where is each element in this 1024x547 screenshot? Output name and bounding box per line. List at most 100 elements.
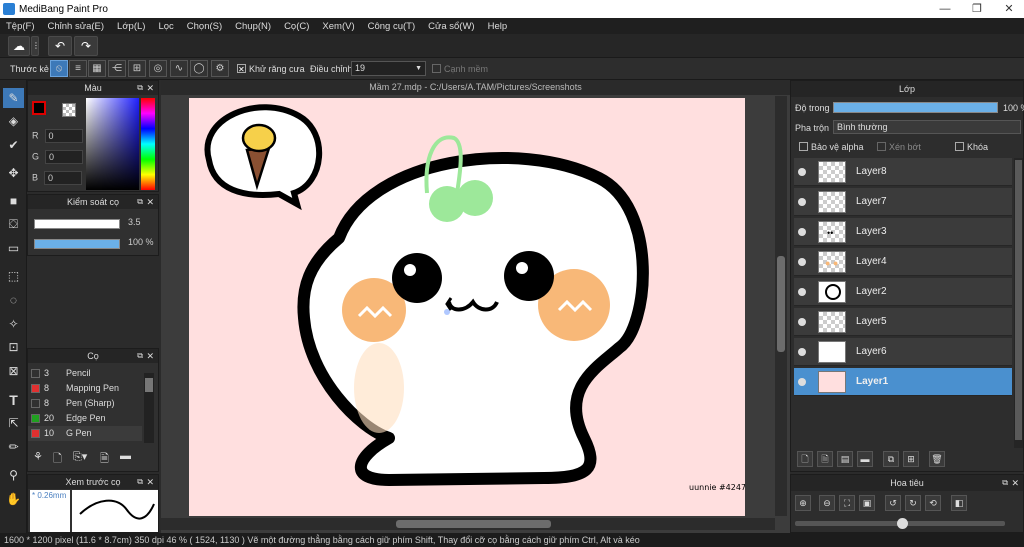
close-icon[interactable]: ✕ [146,475,154,489]
new-layer-1bit-icon[interactable]: ▤ [837,451,853,467]
brush-settings-icon[interactable]: 🗎 [100,450,116,466]
ruler-curve-icon[interactable]: ∿ [170,60,188,77]
menu-view[interactable]: Xem(V) [322,21,354,32]
eraser-tool-icon[interactable]: ◈ [3,111,24,131]
scrollbar-thumb[interactable] [145,378,153,392]
brush-new-icon[interactable]: 🗋 [53,450,69,466]
correction-select[interactable]: 19 ▼ [351,61,426,76]
lock-checkbox[interactable] [955,142,964,152]
scrollbar-thumb[interactable] [777,256,785,352]
rotate-right-icon[interactable]: ↻ [905,495,921,511]
eye-icon[interactable] [798,198,806,206]
zoom-in-icon[interactable]: ⊕ [795,495,811,511]
dock-icon[interactable]: ⧉ [137,81,143,95]
cloud-icon[interactable]: ☁ [8,36,30,56]
layer-row-selected[interactable]: Layer1 [794,368,1012,396]
divide-tool-icon[interactable]: ✏ [3,437,24,457]
primary-color-swatch[interactable] [32,101,46,115]
dock-icon[interactable]: ⧉ [137,195,143,209]
cloud-menu-chevron-icon[interactable]: ⋮ [31,36,40,56]
brush-item[interactable]: 3 Pencil [28,366,142,381]
document-tab[interactable]: Mầm 27.mdp - C:/Users/A.TAM/Pictures/Scr… [161,80,790,95]
dock-icon[interactable]: ⧉ [1002,475,1008,491]
brush-folder-icon[interactable]: ▬ [120,450,136,466]
redo-icon[interactable]: ↷ [74,36,98,56]
zoom-slider-thumb[interactable] [897,518,908,529]
ruler-grid-icon[interactable]: ▦ [88,60,106,77]
brush-add-icon[interactable]: ⚘ [33,450,49,466]
eye-icon[interactable] [798,258,806,266]
scrollbar-thumb[interactable] [396,520,551,528]
close-icon[interactable]: ✕ [146,349,154,363]
close-icon[interactable]: ✕ [146,81,154,95]
zoom-out-icon[interactable]: ⊖ [819,495,835,511]
menu-help[interactable]: Help [488,21,508,32]
menu-snap[interactable]: Chụp(N) [235,21,271,32]
layer-row[interactable]: Layer2 [794,278,1012,306]
close-icon[interactable]: ✕ [1011,475,1019,491]
close-window-button[interactable]: ✕ [994,0,1024,18]
antialias-option[interactable]: Khử răng cưa [237,61,305,78]
menu-filter[interactable]: Lọc [158,21,173,32]
eye-icon[interactable] [798,288,806,296]
menu-brush[interactable]: Cọ(C) [284,21,309,32]
dot-tool-icon[interactable]: ✔ [3,135,24,155]
soft-edge-option[interactable]: Cạnh mềm [432,61,488,77]
gradation-tool-icon[interactable]: ▭ [3,238,24,258]
brush-item[interactable]: 10 G Pen [28,426,142,441]
menu-select[interactable]: Chọn(S) [187,21,222,32]
ruler-perspective-icon[interactable]: ⊞ [128,60,146,77]
dock-icon[interactable]: ⧉ [137,475,143,489]
ruler-ellipse-icon[interactable]: ◯ [190,60,208,77]
eye-icon[interactable] [798,378,806,386]
zoom-slider[interactable] [795,518,1005,529]
blend-mode-select[interactable]: Bình thường [833,120,1021,134]
saturation-value-picker[interactable] [86,98,139,190]
brush-tool-icon[interactable]: ✎ [3,88,24,108]
brush-size-slider[interactable] [34,219,120,229]
hue-slider[interactable] [141,98,155,190]
menu-edit[interactable]: Chỉnh sửa(E) [48,21,105,32]
flip-horizontal-icon[interactable]: ◧ [951,495,967,511]
eye-icon[interactable] [798,168,806,176]
rotate-left-icon[interactable]: ↺ [885,495,901,511]
delete-layer-icon[interactable]: 🗑 [929,451,945,467]
brush-item[interactable]: 8 Pen (Sharp) [28,396,142,411]
duplicate-layer-icon[interactable]: ⧉ [883,451,899,467]
b-input[interactable]: 0 [44,171,83,185]
layer-row[interactable]: Layer7 [794,188,1012,216]
antialias-checkbox[interactable] [237,62,246,78]
shape-fill-tool-icon[interactable]: ■ [3,191,24,211]
magic-wand-tool-icon[interactable]: ✧ [3,314,24,334]
brush-copy-icon[interactable]: ⎘▾ [73,450,93,466]
new-folder-icon[interactable]: ▬ [857,451,873,467]
lasso-tool-icon[interactable]: ◌ [3,290,24,310]
layer-row[interactable]: ● ● Layer4 [794,248,1012,276]
hand-tool-icon[interactable]: ✋ [3,489,24,509]
protect-alpha-checkbox[interactable] [799,142,808,152]
maximize-button[interactable]: ❐ [962,0,992,18]
eye-icon[interactable] [798,228,806,236]
brush-list-scrollbar[interactable] [144,373,154,443]
r-input[interactable]: 0 [44,129,83,143]
eyedropper-tool-icon[interactable]: ⚲ [3,465,24,485]
soft-edge-checkbox[interactable] [432,64,441,74]
reset-rotation-icon[interactable]: ⟲ [925,495,941,511]
ruler-off-icon[interactable]: ⦸ [50,60,68,77]
layer-row[interactable]: •• Layer3 [794,218,1012,246]
ruler-radial-icon[interactable]: ⋲ [108,60,126,77]
new-layer-icon[interactable]: 🗋 [797,451,813,467]
brush-opacity-slider[interactable] [34,239,120,249]
bucket-tool-icon[interactable]: ⛋ [3,214,24,234]
operation-tool-icon[interactable]: ⇱ [3,413,24,433]
menu-tools[interactable]: Công cụ(T) [368,21,416,32]
brush-item[interactable]: 8 Mapping Pen [28,381,142,396]
menu-file[interactable]: Tệp(F) [6,21,35,32]
actual-size-icon[interactable]: ▣ [859,495,875,511]
ruler-parallel-icon[interactable]: ≡ [69,60,87,77]
canvas-horizontal-scrollbar[interactable] [161,518,775,530]
scrollbar-thumb[interactable] [1015,160,1022,440]
select-rect-tool-icon[interactable]: ⬚ [3,266,24,286]
eye-icon[interactable] [798,318,806,326]
fit-screen-icon[interactable]: ⛶ [839,495,855,511]
